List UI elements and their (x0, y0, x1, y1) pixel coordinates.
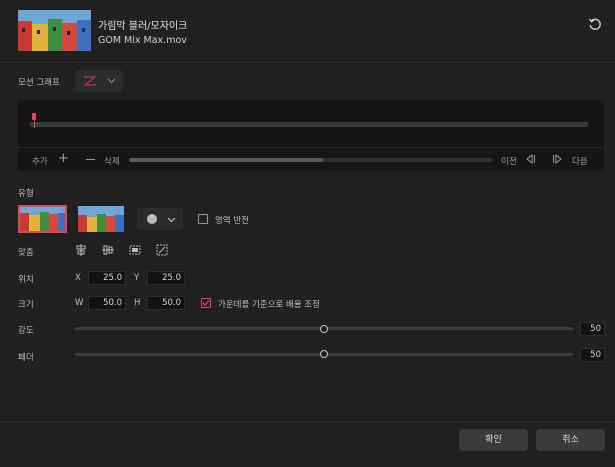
motion-graph-dropdown[interactable] (75, 70, 123, 92)
fit-width-icon[interactable] (129, 244, 141, 256)
center-scale-label: 가운데를 기준으로 배율 조정 (218, 300, 320, 310)
size-h-label: H (134, 298, 141, 308)
checkmark-icon (202, 300, 210, 307)
prev-keyframe-icon[interactable] (525, 154, 536, 164)
video-thumbnail (18, 10, 91, 51)
motion-graph-label: 모션 그래프 (18, 78, 60, 88)
next-keyframe-label[interactable]: 다음 (572, 155, 588, 167)
position-y-input[interactable]: 25.0 (147, 271, 185, 285)
fit-frame-icon[interactable] (156, 244, 168, 256)
invert-area-checkbox[interactable] (198, 214, 208, 224)
strength-value[interactable]: 50 (580, 322, 605, 336)
timeline-scrollbar[interactable] (129, 158, 493, 162)
chevron-down-icon (107, 78, 116, 84)
center-scale-checkbox[interactable] (201, 298, 211, 308)
mask-shape-dropdown[interactable] (137, 208, 183, 230)
timeline-divider (18, 147, 604, 148)
reset-icon[interactable] (588, 17, 602, 31)
add-keyframe-label[interactable]: 추가 (32, 155, 48, 167)
strength-slider-knob[interactable] (320, 325, 328, 333)
minus-icon[interactable] (86, 159, 95, 160)
file-name: GOM Mix Max.mov (98, 35, 187, 46)
cancel-button[interactable]: 취소 (536, 429, 605, 451)
dialog-title: 가림막 블러/모자이크 (98, 21, 188, 32)
keyframe-timeline-panel: 추가 + 삭제 이전 다음 (18, 100, 604, 171)
invert-area-label: 영역 반전 (215, 216, 249, 226)
chevron-down-icon (167, 217, 176, 223)
position-x-label: X (75, 273, 81, 283)
type-mosaic-option[interactable] (78, 206, 124, 232)
position-y-label: Y (134, 273, 140, 283)
align-label: 맞춤 (18, 248, 34, 258)
size-w-input[interactable]: 50.0 (88, 296, 126, 310)
position-x-input[interactable]: 25.0 (88, 271, 126, 285)
type-blur-option[interactable] (18, 205, 67, 233)
motion-graph-curve-icon (83, 76, 97, 86)
playhead-line (33, 119, 35, 128)
circle-shape-icon (147, 214, 157, 224)
align-vertical-center-icon[interactable] (102, 244, 114, 256)
feather-label: 페더 (18, 353, 34, 363)
next-keyframe-icon[interactable] (552, 154, 563, 164)
footer-divider (0, 421, 615, 422)
feather-value[interactable]: 50 (580, 348, 605, 362)
feather-slider-knob[interactable] (320, 350, 328, 358)
keyframe-track[interactable] (30, 122, 588, 127)
align-horizontal-center-icon[interactable] (75, 244, 87, 256)
size-label: 크기 (18, 300, 34, 310)
prev-keyframe-label[interactable]: 이전 (501, 155, 517, 167)
size-h-input[interactable]: 50.0 (147, 296, 185, 310)
plus-icon[interactable]: + (58, 152, 69, 165)
confirm-button[interactable]: 확인 (459, 429, 528, 451)
position-label: 위치 (18, 275, 34, 285)
timeline-scrollbar-thumb[interactable] (129, 158, 323, 162)
strength-label: 강도 (18, 326, 34, 336)
size-w-label: W (75, 298, 84, 308)
header-divider (0, 62, 615, 63)
delete-keyframe-label[interactable]: 삭제 (104, 155, 120, 167)
type-label: 유형 (18, 189, 34, 199)
